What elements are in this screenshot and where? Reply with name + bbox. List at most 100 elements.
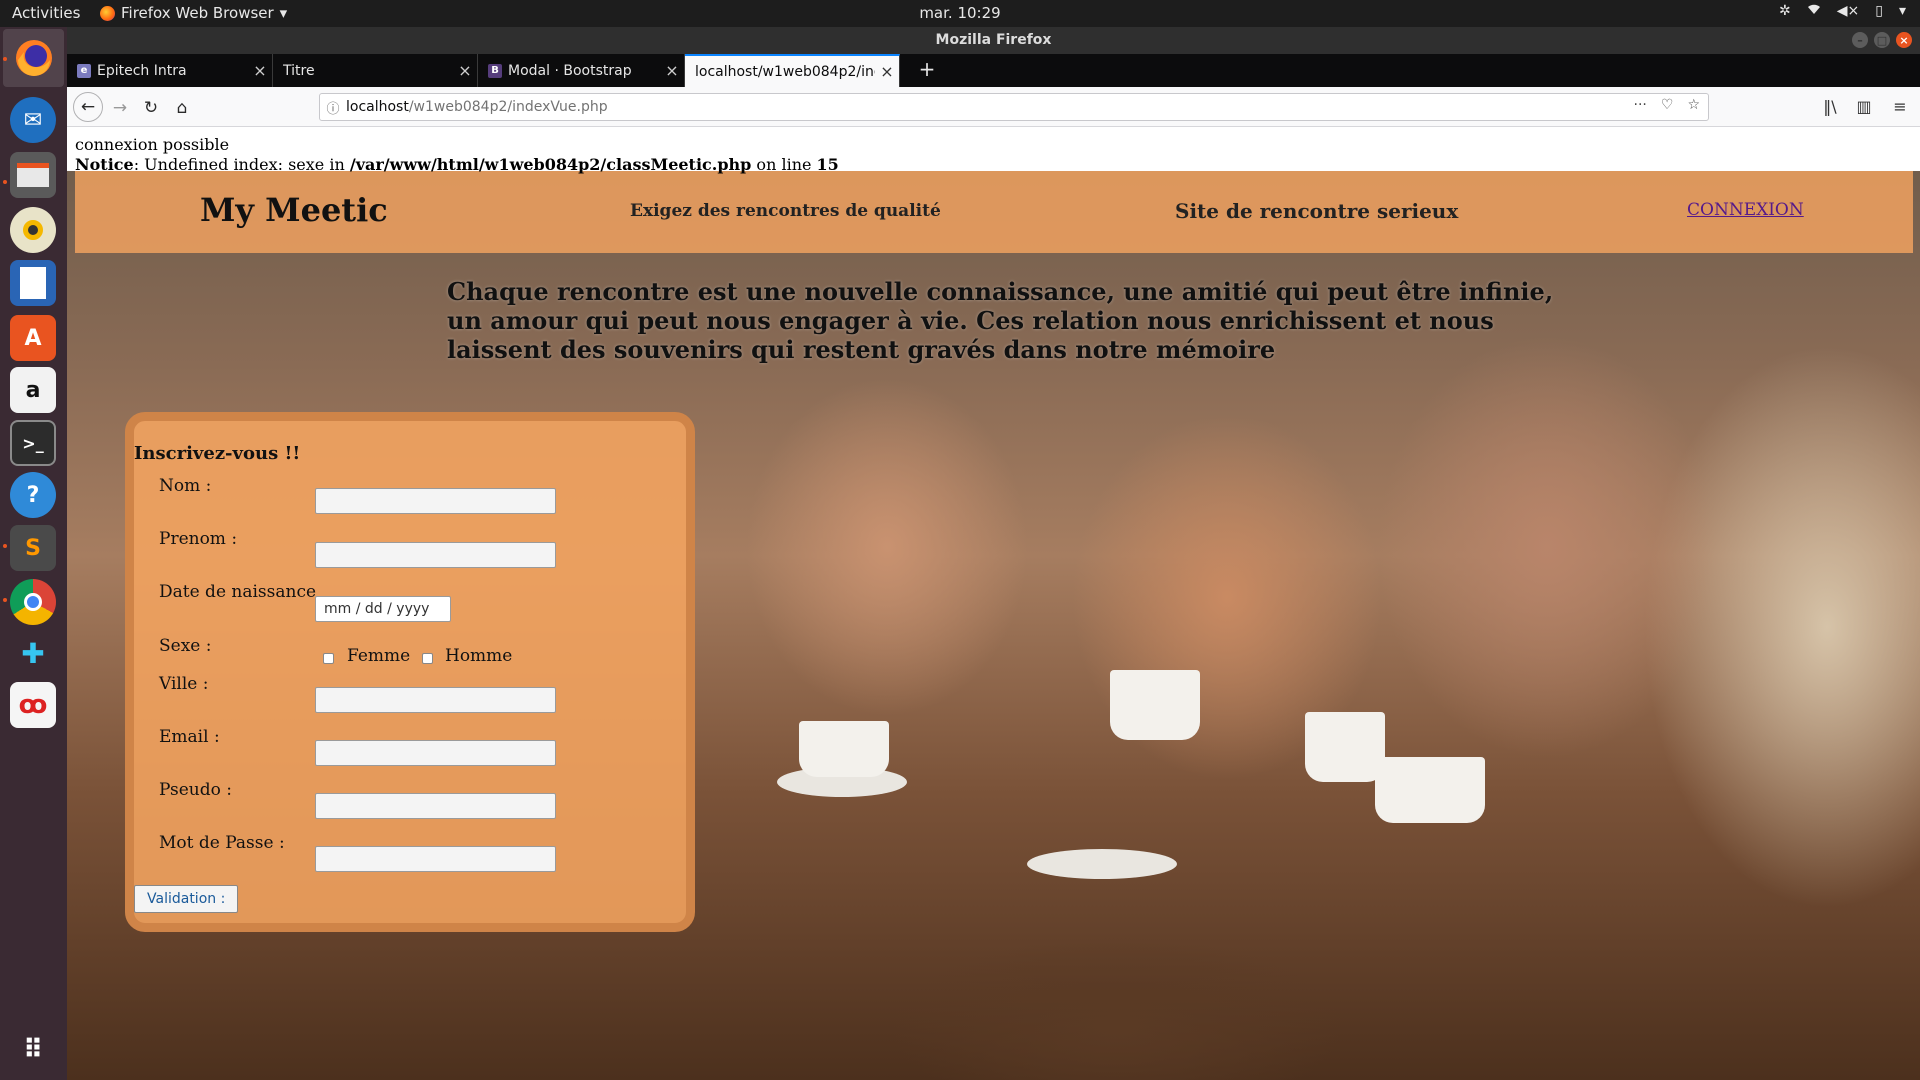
- prenom-label: Prenom :: [159, 529, 238, 549]
- dock-chrome[interactable]: [10, 579, 56, 625]
- signup-form: Inscrivez-vous !! Nom : Prenom : Date de…: [125, 412, 695, 932]
- tab-label: Epitech Intra: [97, 62, 187, 79]
- reload-button[interactable]: ↻: [138, 95, 164, 121]
- url-bar[interactable]: ⓘ localhost/w1web084p2/indexVue.php ··· …: [319, 93, 1709, 121]
- files-icon: [17, 163, 49, 187]
- saucer-image: [1027, 849, 1177, 879]
- dock-files[interactable]: [10, 152, 56, 198]
- header-tagline: Exigez des rencontres de qualité: [630, 201, 941, 221]
- email-input[interactable]: [315, 740, 556, 766]
- close-tab-icon[interactable]: ×: [248, 61, 272, 80]
- validation-button[interactable]: Validation :: [134, 885, 239, 913]
- battery-icon: ▯: [1875, 3, 1883, 19]
- php-status-line: connexion possible: [75, 135, 230, 154]
- connexion-link[interactable]: CONNEXION: [1687, 200, 1804, 220]
- bookmark-star-icon[interactable]: ☆: [1687, 97, 1700, 113]
- dock-amazon[interactable]: a: [10, 367, 56, 413]
- dock-sublime[interactable]: S: [10, 525, 56, 571]
- ville-input[interactable]: [315, 687, 556, 713]
- close-tab-icon[interactable]: ×: [660, 61, 684, 80]
- page-actions-icon[interactable]: ···: [1634, 97, 1647, 113]
- notice-line-number: 15: [816, 155, 839, 174]
- nom-input[interactable]: [315, 488, 556, 514]
- maximize-button[interactable]: □: [1874, 32, 1890, 48]
- tab-localhost[interactable]: localhost/w1web084p2/inde ×: [685, 54, 900, 87]
- library-icon[interactable]: ‖\: [1819, 97, 1841, 117]
- dock-writer[interactable]: [10, 260, 56, 306]
- amazon-icon: a: [25, 377, 41, 403]
- homme-checkbox[interactable]: [422, 653, 433, 664]
- hero-quote: Chaque rencontre est une nouvelle connai…: [447, 277, 1554, 364]
- new-tab-button[interactable]: +: [915, 58, 939, 82]
- forward-button[interactable]: →: [107, 95, 133, 121]
- help-icon: ?: [26, 482, 40, 508]
- sidebar-icon[interactable]: ▥: [1853, 97, 1875, 117]
- pseudo-input[interactable]: [315, 793, 556, 819]
- back-button[interactable]: ←: [73, 92, 103, 122]
- site-info-icon[interactable]: ⓘ: [320, 98, 346, 117]
- system-top-bar: Activities Firefox Web Browser ▾ mar. 10…: [0, 0, 1920, 27]
- home-button[interactable]: ⌂: [169, 95, 195, 121]
- window-title: Mozilla Firefox: [935, 32, 1052, 48]
- tab-bar: e Epitech Intra × Titre × B Modal · Boot…: [67, 54, 1920, 87]
- chevron-down-icon[interactable]: ▾: [1899, 3, 1906, 19]
- volume-icon: ◀×: [1836, 3, 1860, 19]
- notice-on: on line: [751, 155, 817, 174]
- dock-software[interactable]: A: [10, 315, 56, 361]
- show-applications-button[interactable]: ⠿: [10, 1027, 56, 1073]
- tab-modal-bootstrap[interactable]: B Modal · Bootstrap ×: [478, 54, 685, 87]
- femme-label: Femme: [347, 646, 411, 666]
- minimize-button[interactable]: –: [1852, 32, 1868, 48]
- date-naissance-input[interactable]: mm / dd / yyyy: [315, 596, 451, 622]
- epitech-favicon-icon: e: [77, 63, 91, 78]
- pocket-icon[interactable]: ♡: [1661, 97, 1674, 113]
- tab-label: Titre: [283, 62, 315, 79]
- prenom-input[interactable]: [315, 542, 556, 568]
- url-host: localhost: [346, 99, 409, 115]
- window-titlebar[interactable]: Mozilla Firefox – □ ×: [67, 27, 1920, 54]
- tab-epitech-intra[interactable]: e Epitech Intra ×: [67, 54, 273, 87]
- clock[interactable]: mar. 10:29: [0, 4, 1920, 22]
- network-settings-icon[interactable]: ✲: [1779, 3, 1791, 19]
- firefox-window: Mozilla Firefox – □ × e Epitech Intra × …: [67, 27, 1920, 1080]
- dock-acrobat[interactable]: ꝏ: [10, 682, 56, 728]
- coffee-cup-image: [1305, 712, 1385, 782]
- tab-titre[interactable]: Titre ×: [273, 54, 478, 87]
- php-notice-line: Notice: Undefined index: sexe in /var/ww…: [75, 155, 839, 175]
- site-logo-text[interactable]: My Meetic: [200, 191, 388, 229]
- software-center-icon: A: [24, 325, 42, 351]
- close-tab-icon[interactable]: ×: [453, 61, 477, 80]
- dock: ✉ A a >_ ? S ✚ ꝏ ⠿: [0, 27, 67, 1080]
- close-window-button[interactable]: ×: [1896, 32, 1912, 48]
- menu-hamburger-icon[interactable]: ≡: [1889, 97, 1911, 117]
- dock-terminal[interactable]: >_: [10, 420, 56, 466]
- close-tab-icon[interactable]: ×: [875, 62, 899, 81]
- wifi-icon: [1807, 3, 1821, 19]
- pdf-reader-icon: ꝏ: [18, 690, 48, 720]
- navigation-toolbar: ← → ↻ ⌂ ⓘ localhost/w1web084p2/indexVue.…: [67, 87, 1920, 127]
- firefox-icon: [15, 40, 52, 76]
- nom-label: Nom :: [159, 476, 212, 496]
- sublime-text-icon: S: [25, 535, 41, 561]
- app-grid-icon: ⠿: [22, 1035, 44, 1065]
- header-subtitle: Site de rencontre serieux: [1175, 199, 1459, 223]
- sexe-label: Sexe :: [159, 636, 212, 656]
- femme-checkbox[interactable]: [323, 653, 334, 664]
- dock-thunderbird[interactable]: ✉: [10, 97, 56, 143]
- coffee-cup-image: [1375, 757, 1485, 823]
- notice-label: Notice: [75, 155, 134, 174]
- notice-file: /var/www/html/w1web084p2/classMeetic.php: [349, 155, 752, 174]
- slack-icon: ✚: [21, 636, 45, 670]
- mail-icon: ✉: [23, 107, 43, 133]
- password-label: Mot de Passe :: [159, 833, 285, 853]
- dock-firefox[interactable]: [3, 29, 64, 87]
- password-input[interactable]: [315, 846, 556, 872]
- dock-slack[interactable]: ✚: [10, 630, 56, 676]
- dock-help[interactable]: ?: [10, 472, 56, 518]
- system-tray[interactable]: ✲ ◀× ▯ ▾: [1779, 3, 1906, 19]
- dock-rhythmbox[interactable]: [10, 207, 56, 253]
- date-naissance-label: Date de naissance: [159, 582, 317, 602]
- url-path: /w1web084p2/indexVue.php: [408, 99, 608, 115]
- site-header: My Meetic Exigez des rencontres de quali…: [75, 171, 1913, 253]
- form-title: Inscrivez-vous !!: [134, 443, 301, 464]
